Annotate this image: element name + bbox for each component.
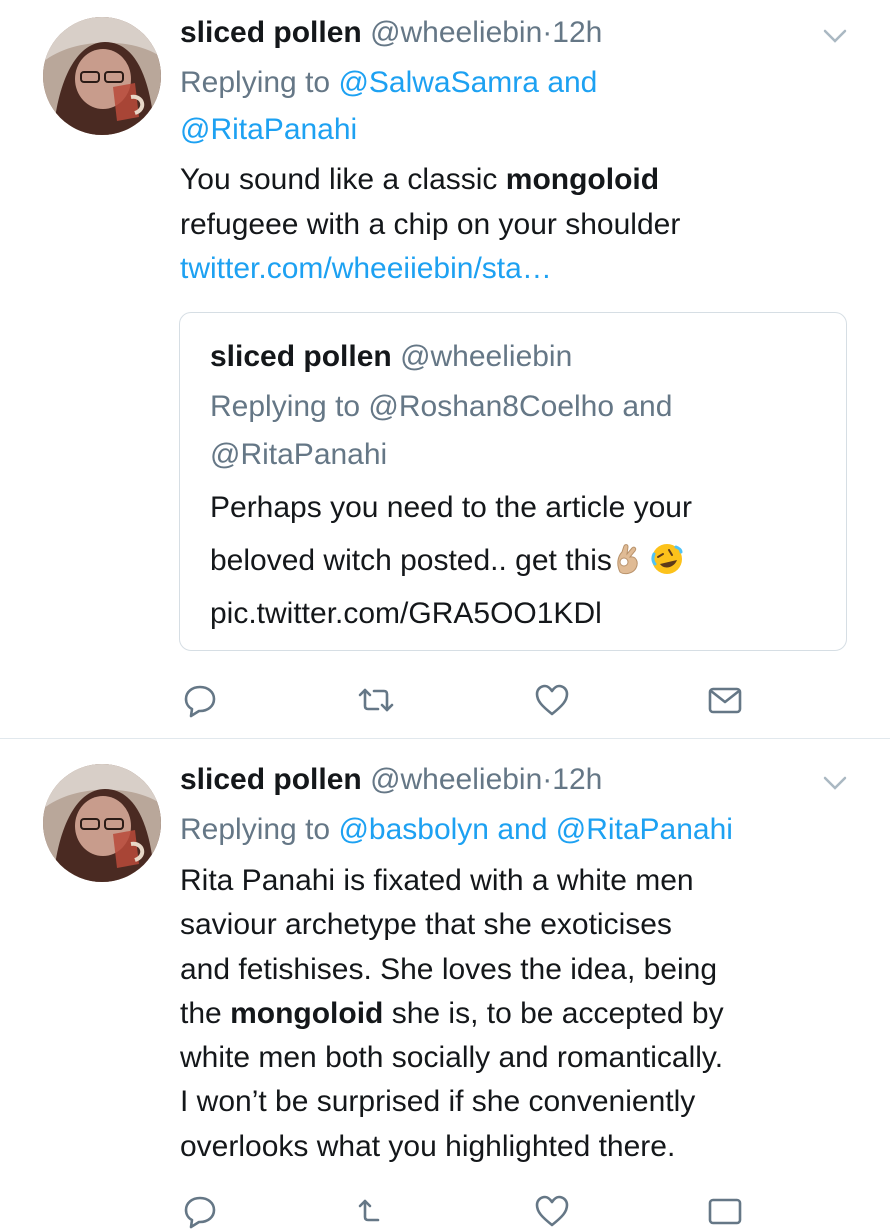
quoted-header: sliced pollen @wheeliebin [210,337,572,377]
mention-link[interactable]: @SalwaSamra [338,66,539,99]
tweet-actions [180,1191,780,1231]
tweet-1[interactable]: sliced pollen @wheeliebin·12h Replying t… [0,0,890,738]
retweet-icon [358,1199,380,1222]
quoted-display-name: sliced pollen [210,340,392,373]
reply-icon [184,685,216,718]
mention-link[interactable]: @RitaPanahi [556,813,733,846]
replying-prefix: Replying to [180,66,331,99]
reply-icon [184,1196,216,1229]
separator: · [542,763,553,796]
display-name[interactable]: sliced pollen [180,16,362,49]
like-button[interactable] [532,680,572,720]
like-icon [535,1195,569,1227]
text-line: white men both socially and romantically… [180,1041,724,1075]
quoted-tweet[interactable]: sliced pollen @wheeliebin Replying to @R… [179,312,847,651]
pic-link[interactable]: pic.twitter.com/GRA5OO1KDl [210,597,602,630]
direct-message-icon [708,687,742,714]
user-handle[interactable]: @wheeliebin [370,16,542,49]
direct-message-button[interactable] [705,1191,745,1231]
text-line: I won’t be surprised if she conveniently [180,1085,696,1119]
replying-to: Replying to @SalwaSamra and @RitaPanahi [180,59,860,153]
user-handle[interactable]: @wheeliebin [370,763,542,796]
tweet-text: You sound like a classic mongoloid refug… [180,158,870,292]
avatar[interactable] [43,17,161,135]
quoted-text-line: Perhaps you need to the article your [210,491,692,524]
text-line: Rita Panahi is fixated with a white men [180,864,694,897]
and-text: and [547,66,598,99]
quoted-replying-line: @RitaPanahi [210,438,388,471]
text-segment: refugeee with a chip on your shoulder [180,207,681,241]
avatar-photo [43,17,161,135]
like-button[interactable] [532,1191,572,1231]
replying-prefix: Replying to [180,813,331,846]
quoted-replying-line: Replying to @Roshan8Coelho and [210,390,673,423]
text-line: saviour archetype that she exoticises [180,908,672,942]
retweet-button[interactable] [356,680,396,720]
avatar[interactable] [43,764,161,882]
text-line: and fetishises. She loves the idea, bein… [180,952,718,986]
text-segment: You sound like a classic [180,163,498,196]
direct-message-icon [708,1198,742,1225]
text-segment: the [180,996,222,1030]
retweet-icon [358,688,394,712]
tweet-header: sliced pollen @wheeliebin·12h [180,15,602,51]
and-text: and [497,813,548,846]
like-icon [535,684,569,716]
direct-message-button[interactable] [705,680,745,720]
ok-hand-emoji [617,544,638,575]
bold-word: mongoloid [230,996,384,1030]
separator: · [542,16,553,49]
mention-link[interactable]: @basbolyn [338,813,489,846]
quoted-text-line: beloved witch posted.. get this [210,544,612,577]
replying-to: Replying to @basbolyn and @RitaPanahi [180,806,880,853]
tweet-header: sliced pollen @wheeliebin·12h [180,762,602,798]
timestamp[interactable]: 12h [552,16,602,49]
avatar-photo [43,764,161,882]
tweet-actions [180,680,780,720]
retweet-button[interactable] [356,1191,396,1231]
tweet-text: Rita Panahi is fixated with a white men … [180,859,870,1169]
quoted-user-handle: @wheeliebin [400,340,573,373]
rolling-on-floor-laughing-emoji [651,544,683,574]
chevron-down-icon[interactable] [822,26,848,46]
tweet-link[interactable]: twitter.com/wheeiiebin/sta… [180,252,552,285]
text-segment: she is, to be accepted by [391,996,724,1030]
tweet-2[interactable]: sliced pollen @wheeliebin·12h Replying t… [0,739,890,1229]
quoted-text: Perhaps you need to the article your bel… [210,481,830,640]
timestamp[interactable]: 12h [552,763,602,796]
reply-button[interactable] [180,1191,220,1231]
bold-word: mongoloid [505,163,660,196]
mention-link[interactable]: @RitaPanahi [180,113,357,146]
chevron-down-icon[interactable] [822,773,848,793]
quoted-replying-to: Replying to @Roshan8Coelho and @RitaPana… [210,383,830,479]
display-name[interactable]: sliced pollen [180,763,362,796]
text-line: overlooks what you highlighted there. [180,1129,676,1163]
reply-button[interactable] [180,680,220,720]
